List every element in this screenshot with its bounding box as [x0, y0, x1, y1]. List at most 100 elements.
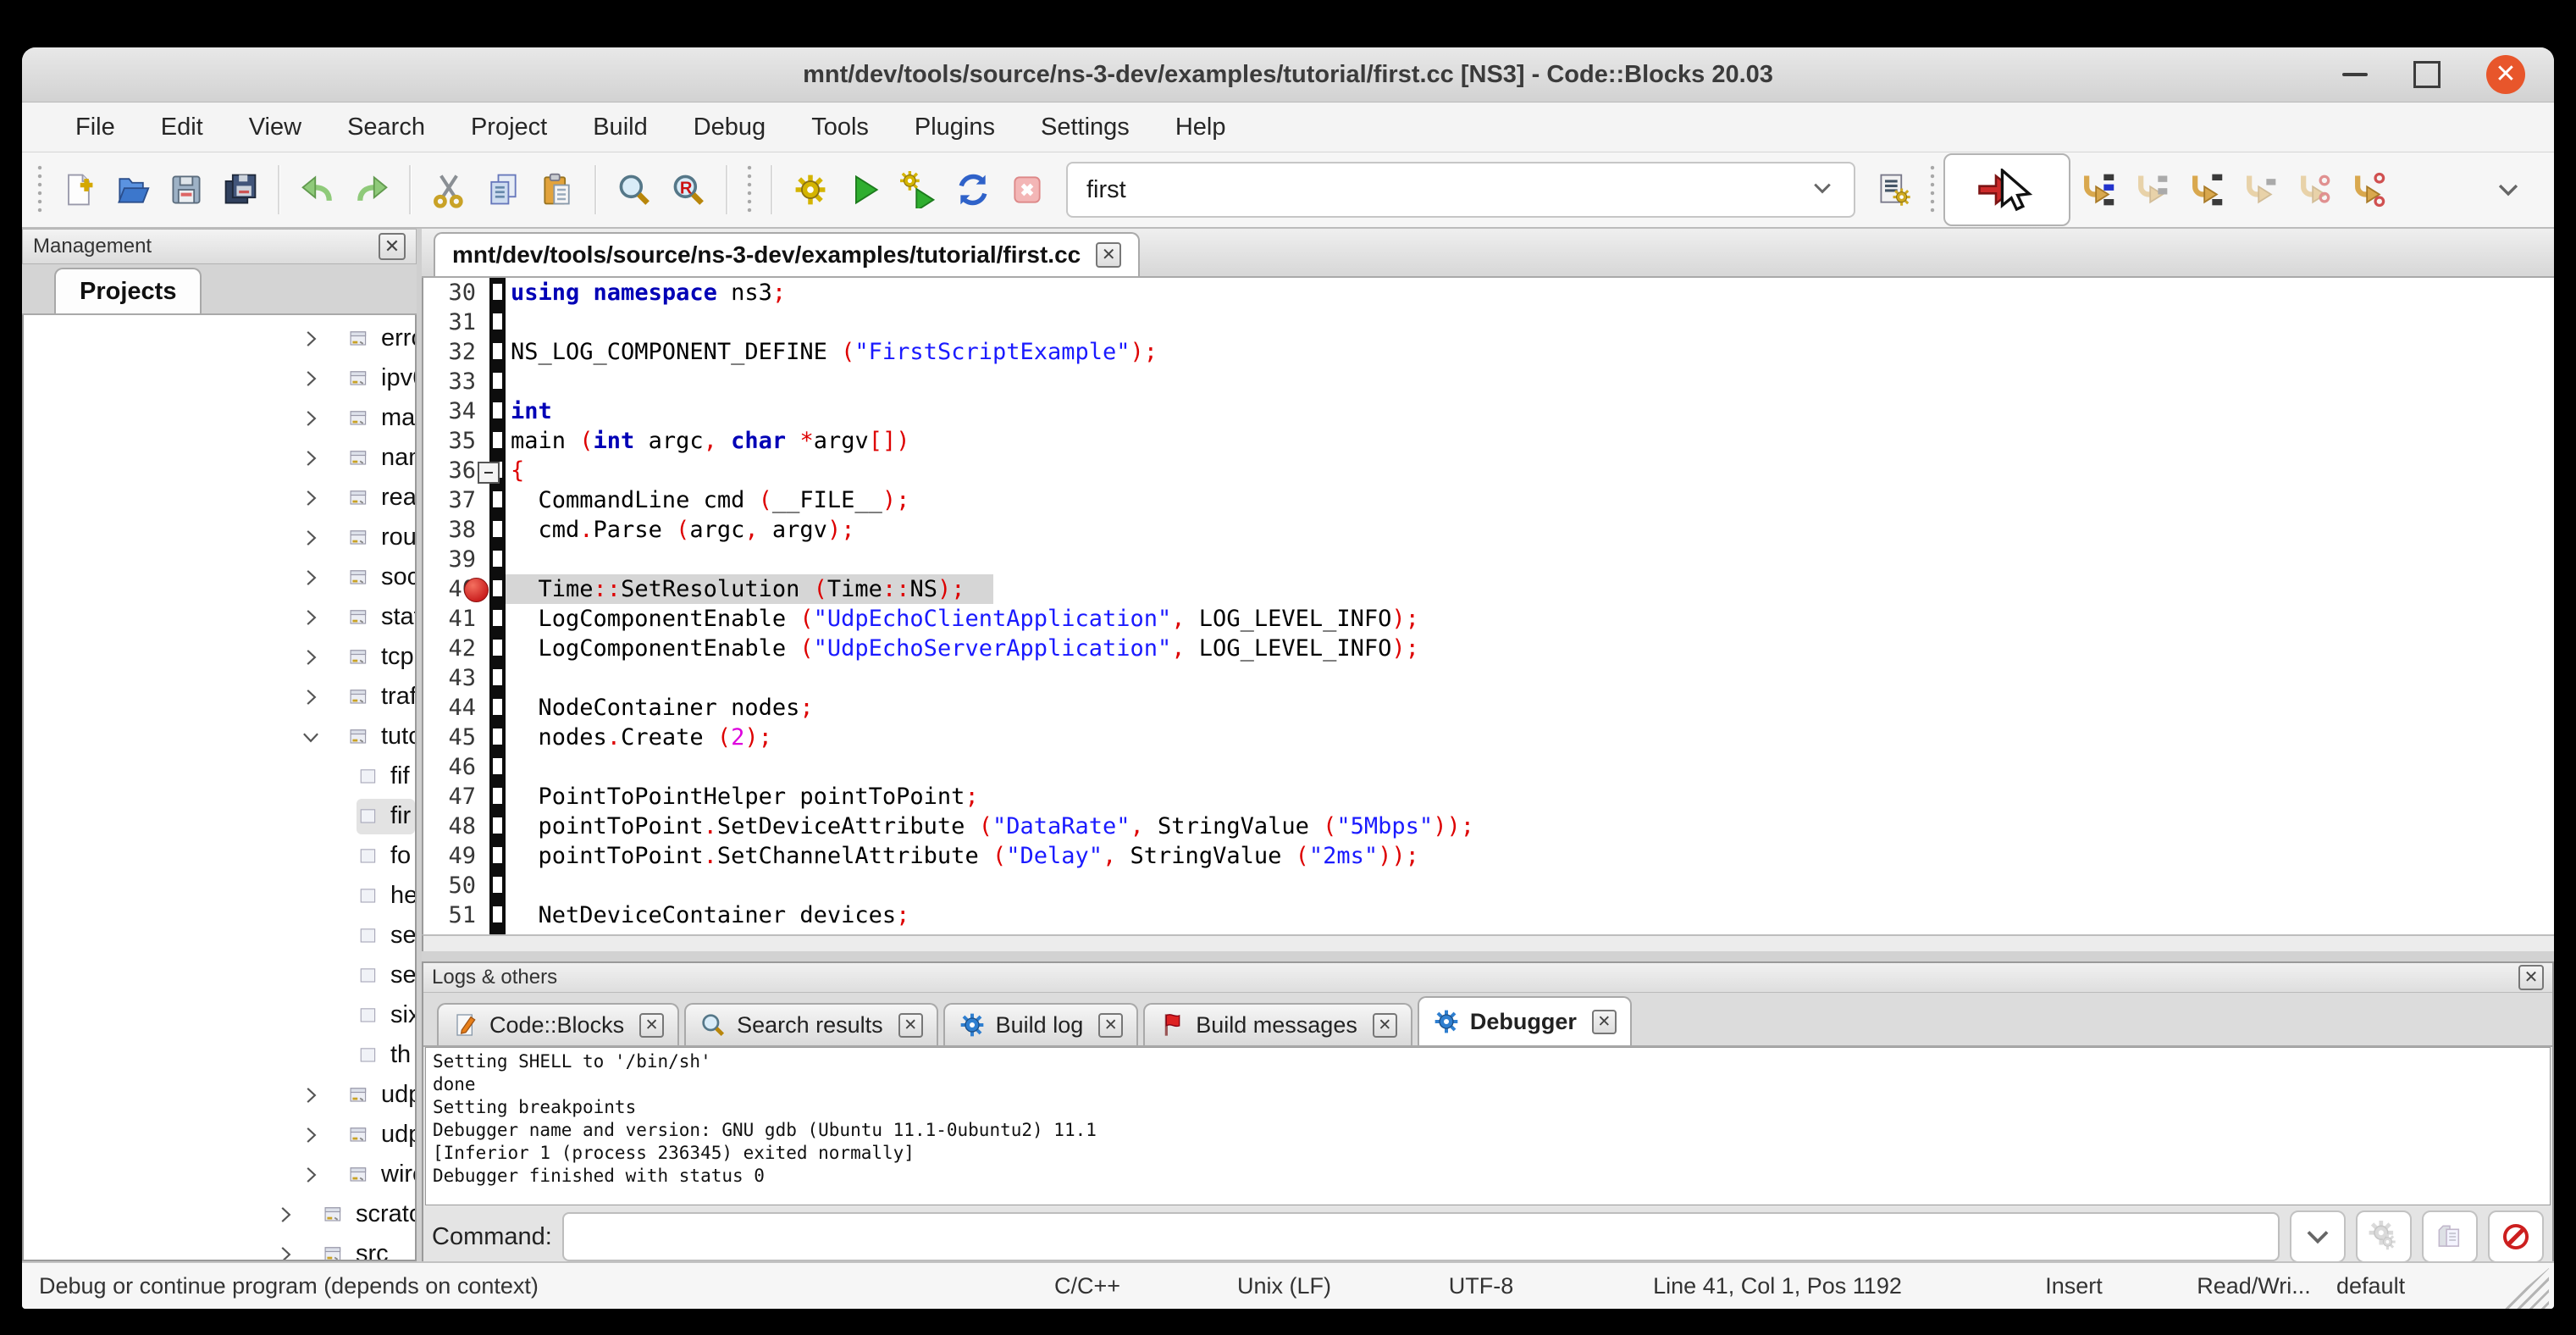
save-button[interactable] — [159, 162, 213, 218]
menu-project[interactable]: Project — [448, 102, 570, 152]
chevron-right-icon[interactable] — [300, 328, 322, 350]
step-into-instruction-button[interactable] — [2341, 162, 2396, 218]
horizontal-scrollbar[interactable] — [422, 934, 2554, 951]
log-tab-debugger[interactable]: Debugger✕ — [1418, 996, 1632, 1045]
breakpoint-margin[interactable] — [489, 723, 506, 752]
breakpoint-margin[interactable] — [489, 485, 506, 515]
stop-debugger-button[interactable] — [2488, 1210, 2544, 1263]
breakpoint-margin[interactable] — [489, 841, 506, 871]
step-out-button[interactable] — [2233, 162, 2287, 218]
close-icon[interactable]: ✕ — [2486, 55, 2525, 94]
find-button[interactable] — [607, 162, 661, 218]
tree-item-nam[interactable]: nam — [24, 438, 415, 478]
run-button[interactable] — [837, 162, 892, 218]
rebuild-button[interactable] — [946, 162, 1000, 218]
tree-item-se[interactable]: se — [24, 916, 415, 956]
title-bar[interactable]: mnt/dev/tools/source/ns-3-dev/examples/t… — [22, 47, 2554, 102]
chevron-right-icon[interactable] — [300, 527, 322, 549]
menu-view[interactable]: View — [226, 102, 324, 152]
tree-item-stat[interactable]: stat — [24, 597, 415, 637]
tree-item-erro[interactable]: erro — [24, 319, 415, 358]
editor-tab-close-icon[interactable]: ✕ — [1096, 242, 1121, 268]
fold-collapse-icon[interactable] — [478, 462, 500, 484]
maximize-icon[interactable] — [2413, 61, 2441, 88]
log-tab-close-icon[interactable]: ✕ — [898, 1013, 923, 1038]
chevron-right-icon[interactable] — [300, 1084, 322, 1106]
log-tab-search-results[interactable]: Search results✕ — [684, 1003, 938, 1045]
breakpoint-margin[interactable] — [489, 871, 506, 900]
menu-build[interactable]: Build — [570, 102, 671, 152]
breakpoint-margin[interactable] — [489, 426, 506, 456]
breakpoint-margin[interactable] — [489, 307, 506, 337]
debugging-windows-button[interactable] — [1867, 162, 1921, 218]
chevron-right-icon[interactable] — [300, 447, 322, 469]
chevron-right-icon[interactable] — [300, 607, 322, 629]
copy-button[interactable] — [476, 162, 530, 218]
tree-item-scratch[interactable]: scratch — [24, 1194, 415, 1234]
chevron-right-icon[interactable] — [300, 368, 322, 390]
redo-button[interactable] — [345, 162, 399, 218]
paste-button[interactable] — [530, 162, 584, 218]
tree-item-tuto[interactable]: tuto — [24, 717, 415, 756]
log-tab-build-messages[interactable]: Build messages✕ — [1143, 1003, 1412, 1045]
menu-debug[interactable]: Debug — [671, 102, 788, 152]
breakpoint-icon[interactable] — [464, 578, 489, 602]
tree-item-src[interactable]: src — [24, 1234, 415, 1261]
menu-settings[interactable]: Settings — [1018, 102, 1153, 152]
breakpoint-margin[interactable] — [489, 278, 506, 307]
chevron-right-icon[interactable] — [300, 407, 322, 429]
run-to-cursor-button[interactable] — [2070, 162, 2125, 218]
undo-button[interactable] — [290, 162, 345, 218]
breakpoint-margin[interactable] — [489, 367, 506, 396]
copy-contents-button[interactable] — [2422, 1210, 2478, 1263]
open-file-button[interactable] — [105, 162, 159, 218]
breakpoint-margin[interactable] — [489, 337, 506, 367]
minimize-icon[interactable] — [2342, 73, 2368, 76]
log-tab-close-icon[interactable]: ✕ — [1373, 1013, 1397, 1038]
tree-item-sock[interactable]: sock — [24, 557, 415, 597]
toolbar-grip[interactable] — [745, 163, 754, 216]
tree-item-six[interactable]: six — [24, 995, 415, 1035]
tree-item-fir[interactable]: fir — [24, 796, 415, 836]
log-tab-close-icon[interactable]: ✕ — [639, 1013, 664, 1038]
breakpoint-margin[interactable] — [489, 812, 506, 841]
log-tab-close-icon[interactable]: ✕ — [1098, 1013, 1123, 1038]
tree-item-ipv6[interactable]: ipv6 — [24, 358, 415, 398]
management-close-icon[interactable]: ✕ — [379, 233, 406, 260]
build-button[interactable] — [783, 162, 837, 218]
chevron-right-icon[interactable] — [274, 1204, 296, 1226]
breakpoint-margin[interactable] — [489, 634, 506, 663]
tree-item-he[interactable]: he — [24, 876, 415, 916]
save-all-button[interactable] — [213, 162, 268, 218]
new-file-button[interactable] — [51, 162, 105, 218]
next-line-button[interactable] — [2125, 162, 2179, 218]
menu-tools[interactable]: Tools — [788, 102, 892, 152]
breakpoint-margin[interactable] — [489, 930, 506, 934]
abort-build-button[interactable] — [1000, 162, 1054, 218]
tree-item-tcp[interactable]: tcp — [24, 637, 415, 677]
resize-grip[interactable] — [2501, 1268, 2549, 1309]
menu-edit[interactable]: Edit — [138, 102, 226, 152]
toolbar-grip[interactable] — [36, 163, 44, 216]
step-into-button[interactable] — [2179, 162, 2233, 218]
breakpoint-margin[interactable] — [489, 515, 506, 545]
panel-splitter[interactable] — [422, 951, 2554, 961]
breakpoint-margin[interactable] — [489, 396, 506, 426]
tab-projects[interactable]: Projects — [54, 268, 202, 313]
editor-tab-first-cc[interactable]: mnt/dev/tools/source/ns-3-dev/examples/t… — [434, 232, 1140, 276]
chevron-right-icon[interactable] — [300, 1124, 322, 1146]
tree-item-se[interactable]: se — [24, 956, 415, 995]
replace-button[interactable]: R — [661, 162, 716, 218]
tree-item-udp[interactable]: udp — [24, 1075, 415, 1115]
breakpoint-margin[interactable] — [489, 663, 506, 693]
chevron-down-icon[interactable] — [300, 726, 322, 748]
menu-help[interactable]: Help — [1153, 102, 1249, 152]
project-tree[interactable]: erroipv6matnamreallroutsockstattcptraflt… — [22, 315, 417, 1261]
breakpoint-margin[interactable] — [489, 752, 506, 782]
tree-item-fo[interactable]: fo — [24, 836, 415, 876]
command-history-dropdown[interactable] — [2290, 1210, 2346, 1263]
menu-plugins[interactable]: Plugins — [892, 102, 1018, 152]
debug-continue-button[interactable] — [1943, 153, 2070, 226]
code-editor[interactable]: 30using namespace ns3;3132NS_LOG_COMPONE… — [422, 278, 2554, 934]
chevron-right-icon[interactable] — [300, 487, 322, 509]
